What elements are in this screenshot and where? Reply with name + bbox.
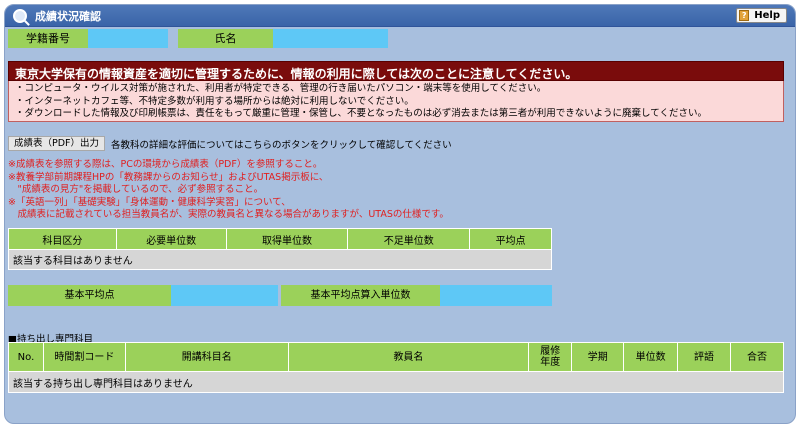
warning-line: ・インターネットカフェ等、不特定多数が利用する場所からは絶対に利用しないでくださ… xyxy=(15,95,414,107)
col-header: No. xyxy=(8,342,44,372)
col-header: 教員名 xyxy=(287,342,530,372)
col-header: 合否 xyxy=(730,342,784,372)
credits-table: 科目区分 必要単位数 取得単位数 不足単位数 平均点 該当する科目はありません xyxy=(8,228,552,270)
col-header: 科目区分 xyxy=(8,228,117,250)
col-header: 不足単位数 xyxy=(347,228,471,250)
security-warning: 東京大学保有の情報資産を適切に管理するために、情報の利用に際しては次のことに注意… xyxy=(8,61,784,122)
col-header: 開講科目名 xyxy=(124,342,289,372)
col-header: 単位数 xyxy=(623,342,679,372)
col-header: 学期 xyxy=(571,342,625,372)
warning-line: ・コンピュータ・ウイルス対策が施された、利用者が特定できる、管理の行き届いたパソ… xyxy=(15,83,547,94)
note-line: "成績表の見方"を掲載しているので、必ず参照すること。 xyxy=(8,184,264,195)
col-header: 平均点 xyxy=(469,228,552,250)
col-header: 取得単位数 xyxy=(225,228,349,250)
help-button[interactable]: ? Help xyxy=(736,8,787,23)
help-book-icon: ? xyxy=(739,10,750,21)
col-header: 評語 xyxy=(677,342,732,372)
student-id-label: 学籍番号 xyxy=(8,29,88,48)
table-header-row: No. 時間割コード 開講科目名 教員名 履修年度 学期 単位数 評語 合否 xyxy=(8,342,784,372)
note-line: ※「英語一列」「基礎実験」「身体運動・健康科学実習」について、 xyxy=(8,196,291,208)
basic-average-units-value xyxy=(440,285,552,306)
student-name-value xyxy=(273,29,388,48)
empty-message: 該当する科目はありません xyxy=(8,249,552,270)
carryout-table: No. 時間割コード 開講科目名 教員名 履修年度 学期 単位数 評語 合否 該… xyxy=(8,342,784,393)
student-name-label: 氏名 xyxy=(178,29,273,48)
basic-average-value xyxy=(171,285,278,306)
table-header-row: 科目区分 必要単位数 取得単位数 不足単位数 平均点 xyxy=(8,228,552,250)
note-line: ※教養学部前期課程HPの「教務課からのお知らせ」およびUTAS掲示板に、 xyxy=(8,171,329,183)
magnifier-icon xyxy=(13,8,27,23)
warning-line: ・ダウンロードした情報及び印刷帳票は、責任をもって厳重に管理・保管し、不要となっ… xyxy=(15,108,707,119)
window-title: 成績状況確認 xyxy=(35,9,101,23)
table-row: 該当する科目はありません xyxy=(8,249,552,270)
average-row: 基本平均点 基本平均点算入単位数 xyxy=(8,285,552,306)
help-label: Help xyxy=(754,10,780,21)
col-header: 必要単位数 xyxy=(115,228,227,250)
warning-title: 東京大学保有の情報資産を適切に管理するために、情報の利用に際しては次のことに注意… xyxy=(8,61,784,81)
notes: ※成績表を参照する際は、PCの環境から成績表（PDF）を参照すること。 ※教養学… xyxy=(8,159,449,222)
student-id-value xyxy=(88,29,168,48)
col-header: 時間割コード xyxy=(42,342,126,372)
table-row: 該当する持ち出し専門科目はありません xyxy=(8,371,784,393)
col-header: 履修年度 xyxy=(528,342,573,372)
pdf-output-button[interactable]: 成績表（PDF）出力 xyxy=(8,136,106,151)
basic-average-units-label: 基本平均点算入単位数 xyxy=(281,285,440,306)
basic-average-label: 基本平均点 xyxy=(8,285,171,306)
empty-message: 該当する持ち出し専門科目はありません xyxy=(8,371,784,393)
warning-body: ・コンピュータ・ウイルス対策が施された、利用者が特定できる、管理の行き届いたパソ… xyxy=(8,81,784,122)
pdf-description: 各教科の詳細な評価についてはこちらのボタンをクリックして確認してください xyxy=(111,139,452,151)
note-line: 成績表に記載されている担当教員名が、実際の教員名と異なる場合がありますが、UTA… xyxy=(8,209,449,220)
student-info-row: 学籍番号 氏名 xyxy=(8,29,388,48)
note-line: ※成績表を参照する際は、PCの環境から成績表（PDF）を参照すること。 xyxy=(8,159,323,170)
pdf-output-row: 成績表（PDF）出力 各教科の詳細な評価についてはこちらのボタンをクリックして確… xyxy=(8,136,452,151)
title-bar: 成績状況確認 ? Help xyxy=(5,5,795,27)
